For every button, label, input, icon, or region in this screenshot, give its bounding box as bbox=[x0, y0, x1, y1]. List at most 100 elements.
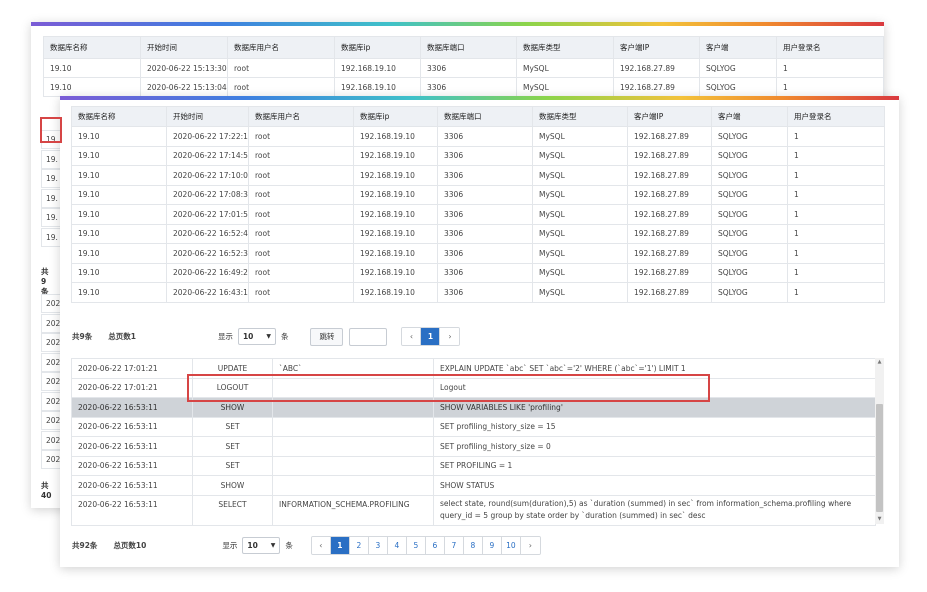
log-cell: 2020-06-22 16:53:11 bbox=[71, 455, 193, 476]
log-cell: 2020-06-22 17:01:21 bbox=[71, 358, 193, 379]
table-cell: 192.168.19.10 bbox=[353, 126, 438, 147]
table-row[interactable]: 19.10 2020-06-22 17:14:53 root 192.168.19.1… bbox=[71, 145, 885, 166]
table-cell: SQLYOG bbox=[711, 243, 788, 264]
table-cell: 192.168.19.10 bbox=[353, 145, 438, 166]
next-page-button[interactable]: › bbox=[520, 537, 540, 554]
column-header: 数据库类型 bbox=[532, 106, 628, 127]
total-count: 共9条 bbox=[72, 332, 93, 341]
table-cell: MySQL bbox=[532, 184, 628, 205]
table-cell: 192.168.27.89 bbox=[613, 77, 700, 97]
column-header: 数据库端口 bbox=[420, 36, 517, 59]
next-page-button[interactable]: › bbox=[440, 328, 460, 345]
table-cell: MySQL bbox=[532, 223, 628, 244]
table-cell: root bbox=[248, 204, 354, 225]
table-cell: 1 bbox=[776, 77, 884, 97]
table-cell: 192.168.19.10 bbox=[353, 184, 438, 205]
table-row[interactable]: 19.10 2020-06-22 16:49:29 root 192.168.19.1… bbox=[71, 262, 885, 283]
table-cell: 1 bbox=[787, 282, 885, 303]
unit-label: 条 bbox=[280, 332, 289, 341]
log-cell: SET bbox=[192, 455, 273, 476]
page-button-3[interactable]: 3 bbox=[368, 537, 388, 554]
page-button-1[interactable]: 1 bbox=[421, 328, 441, 345]
column-header: 数据库ip bbox=[353, 106, 438, 127]
page-button-5[interactable]: 5 bbox=[406, 537, 426, 554]
table-row[interactable]: 19.10 2020-06-22 16:52:35 root 192.168.19.1… bbox=[71, 243, 885, 264]
jump-button[interactable]: 跳转 bbox=[310, 327, 344, 346]
table-row[interactable]: 19.10 2020-06-22 17:10:05 root 192.168.19.1… bbox=[71, 165, 885, 186]
table-cell: 192.168.19.10 bbox=[334, 77, 421, 97]
table-row[interactable]: 19.10 2020-06-22 17:08:33 root 192.168.19.1… bbox=[71, 184, 885, 205]
page-button-9[interactable]: 9 bbox=[482, 537, 502, 554]
session-table: 数据库名称 开始时间 数据库用户名 数据库ip 数据库端口 数据库类型 客户端IP 客户端 用户… bbox=[71, 106, 885, 303]
highlight-box-back bbox=[40, 117, 62, 143]
page-button-1[interactable]: 1 bbox=[330, 537, 350, 554]
page-button-6[interactable]: 6 bbox=[425, 537, 445, 554]
rainbow-top-bar bbox=[31, 22, 884, 26]
show-label: 显示 bbox=[217, 332, 233, 341]
log-scrollbar[interactable]: ▲ ▼ bbox=[875, 358, 884, 524]
table-row[interactable]: 19.10 2020-06-22 15:13:04 root 192.168.19.1… bbox=[43, 77, 884, 97]
page-button-2[interactable]: 2 bbox=[349, 537, 369, 554]
table-cell: root bbox=[248, 282, 354, 303]
scroll-thumb[interactable] bbox=[876, 404, 883, 512]
table-row[interactable]: 19.10 2020-06-22 17:01:53 root 192.168.19.1… bbox=[71, 204, 885, 225]
table-cell: 192.168.19.10 bbox=[353, 262, 438, 283]
log-cell bbox=[272, 436, 434, 457]
table-cell: MySQL bbox=[532, 243, 628, 264]
page-size-value: 10 bbox=[247, 541, 258, 550]
scroll-down-icon[interactable]: ▼ bbox=[875, 515, 884, 524]
log-row[interactable]: 2020-06-22 16:53:11 SHOW SHOW STATUS bbox=[71, 475, 876, 496]
table-cell: MySQL bbox=[532, 204, 628, 225]
page-button-7[interactable]: 7 bbox=[444, 537, 464, 554]
column-header: 开始时间 bbox=[140, 36, 228, 59]
table-cell: SQLYOG bbox=[711, 262, 788, 283]
table-cell: 2020-06-22 16:43:10 bbox=[166, 282, 249, 303]
table-row[interactable]: 19.10 2020-06-22 16:52:44 root 192.168.19.1… bbox=[71, 223, 885, 244]
table-cell: 19.10 bbox=[71, 126, 167, 147]
scroll-up-icon[interactable]: ▲ bbox=[875, 358, 884, 367]
log-cell: 2020-06-22 16:53:11 bbox=[71, 475, 193, 496]
page-buttons: ‹ 1 › bbox=[401, 327, 461, 346]
total-pages: 总页数1 bbox=[108, 332, 136, 341]
table-cell: 192.168.27.89 bbox=[627, 223, 712, 244]
page-button-10[interactable]: 10 bbox=[501, 537, 521, 554]
table-row[interactable]: 19.10 2020-06-22 15:13:30 root 192.168.19.1… bbox=[43, 58, 884, 78]
table-cell: SQLYOG bbox=[711, 184, 788, 205]
table-cell: 192.168.27.89 bbox=[613, 58, 700, 78]
table-cell: 2020-06-22 16:52:44 bbox=[166, 223, 249, 244]
table-cell: SQLYOG bbox=[711, 165, 788, 186]
side-bottom-total: 共40 bbox=[41, 481, 52, 500]
log-row[interactable]: 2020-06-22 16:53:11 SET SET PROFILING = 1 bbox=[71, 455, 876, 476]
prev-page-button[interactable]: ‹ bbox=[311, 537, 331, 554]
column-header: 数据库类型 bbox=[516, 36, 614, 59]
jump-page-input[interactable] bbox=[349, 327, 388, 346]
table-cell: 2020-06-22 17:22:11 bbox=[166, 126, 249, 147]
log-row[interactable]: 2020-06-22 16:53:11 SELECT INFORMATION_SCH… bbox=[71, 494, 876, 526]
log-row[interactable]: 2020-06-22 16:53:11 SET SET profiling_hist… bbox=[71, 416, 876, 437]
table-cell: root bbox=[248, 145, 354, 166]
log-cell: SHOW bbox=[192, 475, 273, 496]
table-cell: 1 bbox=[787, 126, 885, 147]
column-header: 开始时间 bbox=[166, 106, 249, 127]
page-size-select[interactable]: 10 ▼ bbox=[237, 328, 276, 345]
back-session-table: 数据库名称 开始时间 数据库用户名 数据库ip 数据库端口 数据库类型 客户端IP 客户端 用户… bbox=[43, 36, 884, 97]
log-cell: select state, round(sum(duration),5) as … bbox=[433, 494, 876, 526]
page-button-8[interactable]: 8 bbox=[463, 537, 483, 554]
log-row[interactable]: 2020-06-22 16:53:11 SET SET profiling_hist… bbox=[71, 436, 876, 457]
table-cell: 192.168.27.89 bbox=[627, 243, 712, 264]
table-row[interactable]: 19.10 2020-06-22 17:22:11 root 192.168.19.1… bbox=[71, 126, 885, 147]
unit-label: 条 bbox=[285, 541, 293, 550]
show-label: 显示 bbox=[222, 541, 238, 550]
table-cell: root bbox=[248, 165, 354, 186]
page-size-select[interactable]: 10 ▼ bbox=[242, 537, 281, 554]
table-cell: MySQL bbox=[532, 282, 628, 303]
table-cell: root bbox=[248, 184, 354, 205]
prev-page-button[interactable]: ‹ bbox=[402, 328, 422, 345]
table-cell: 192.168.19.10 bbox=[353, 223, 438, 244]
page-button-4[interactable]: 4 bbox=[387, 537, 407, 554]
table-cell: 2020-06-22 17:08:33 bbox=[166, 184, 249, 205]
log-pagination: 共92条 总页数10 显示 10 ▼ 条 ‹ 1 2 3 4 5 6 7 8 9 10 › bbox=[72, 536, 541, 555]
table-cell: 192.168.19.10 bbox=[353, 204, 438, 225]
table-row[interactable]: 19.10 2020-06-22 16:43:10 root 192.168.19.1… bbox=[71, 282, 885, 303]
log-cell bbox=[272, 455, 434, 476]
